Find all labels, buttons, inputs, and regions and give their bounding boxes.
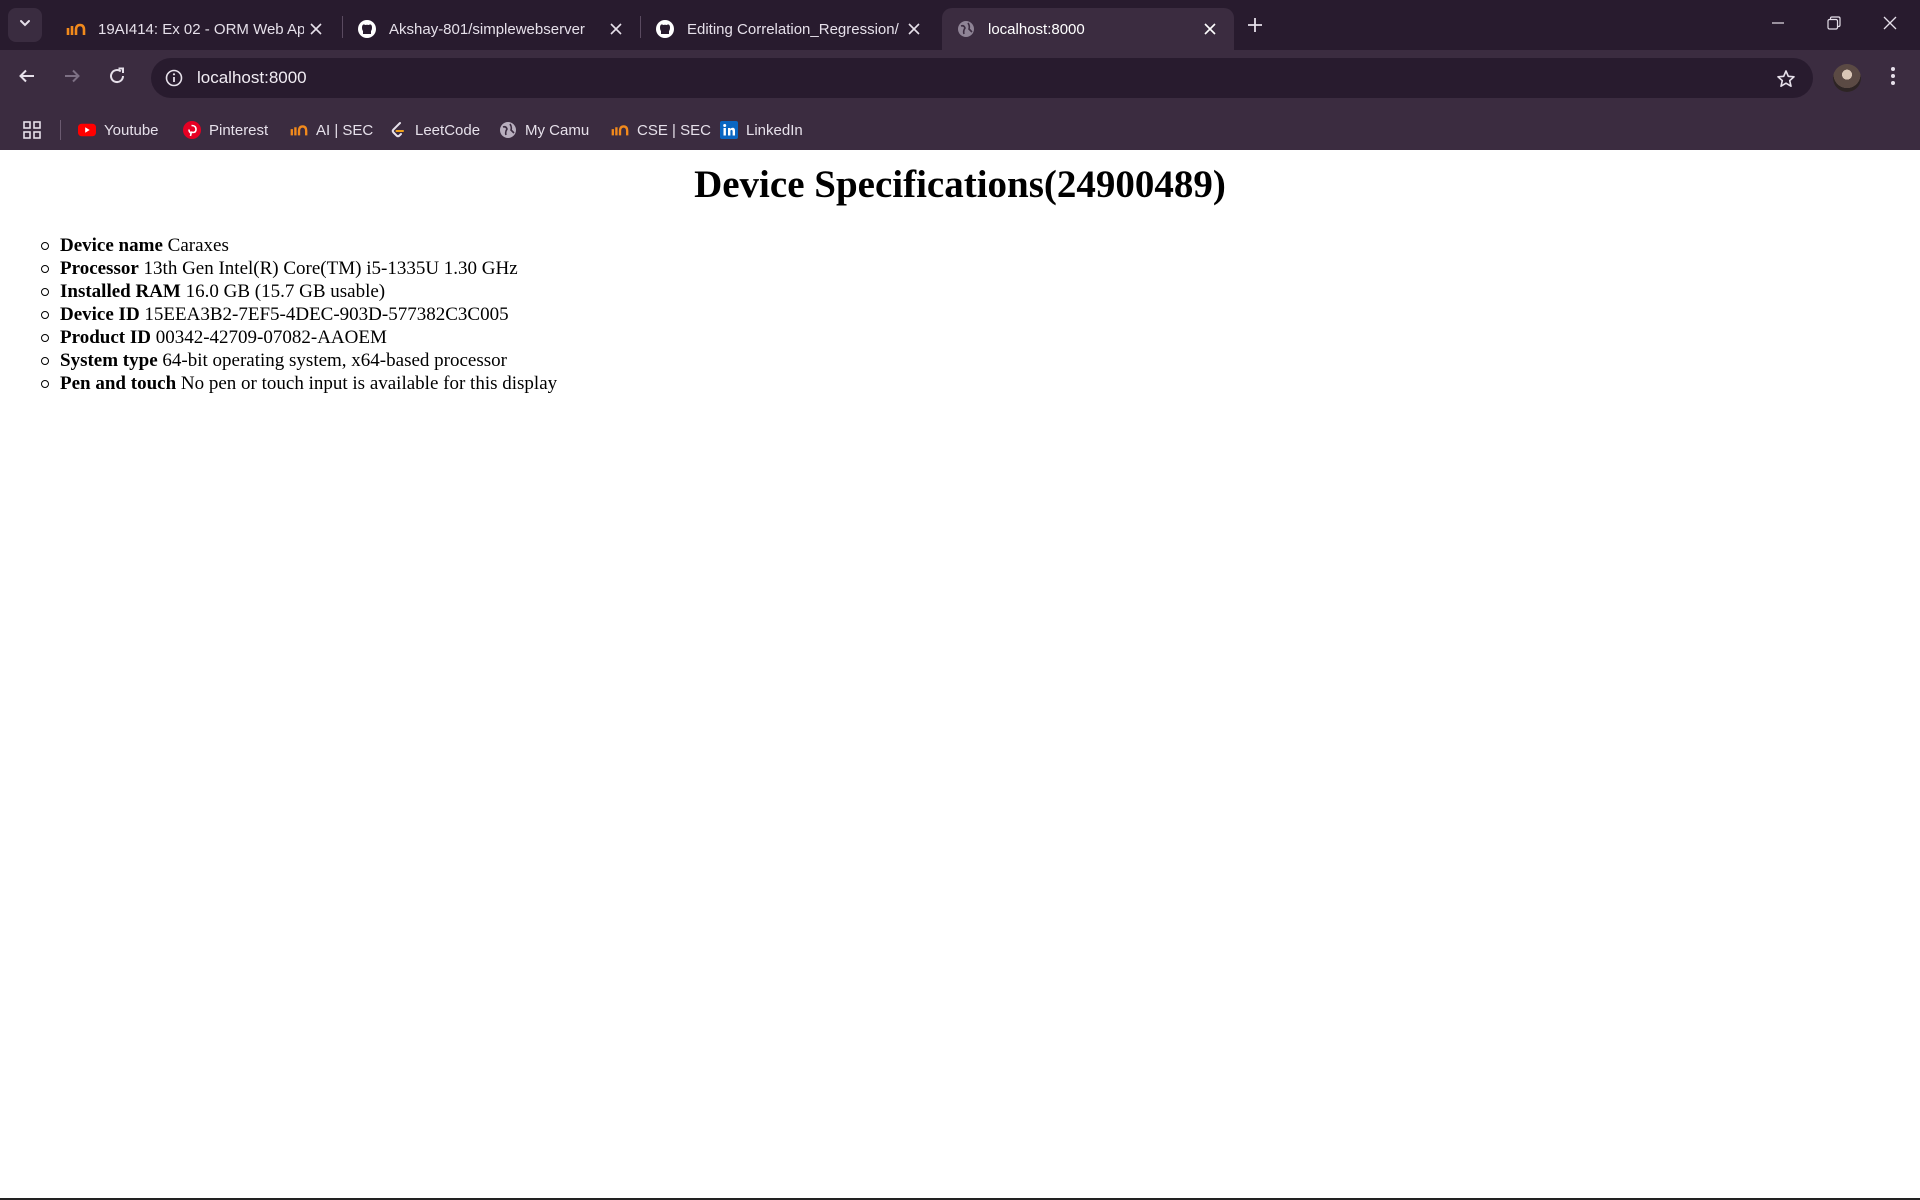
spec-label: Product ID xyxy=(60,327,151,348)
bookmark-ai-sec[interactable]: AI | SEC xyxy=(290,116,373,144)
tab-localhost[interactable]: localhost:8000 xyxy=(942,8,1234,50)
bookmarks-bar: Youtube Pinterest AI | SEC LeetCode My C… xyxy=(0,108,1920,150)
close-window-button[interactable] xyxy=(1862,0,1917,50)
url-text[interactable]: localhost:8000 xyxy=(197,68,307,88)
globe-icon xyxy=(499,121,517,139)
orange-logo-icon xyxy=(290,121,308,139)
leetcode-icon xyxy=(389,121,407,139)
minimize-button[interactable] xyxy=(1750,0,1805,50)
linkedin-icon xyxy=(720,121,738,139)
orange-logo-icon xyxy=(66,19,86,39)
browser-toolbar: localhost:8000 xyxy=(0,50,1920,108)
list-item: System type 64-bit operating system, x64… xyxy=(40,349,557,372)
spec-value: 64-bit operating system, x64-based proce… xyxy=(162,350,507,371)
list-item: Installed RAM 16.0 GB (15.7 GB usable) xyxy=(40,280,557,303)
close-icon[interactable] xyxy=(902,17,926,41)
orange-logo-icon xyxy=(611,121,629,139)
list-item: Device ID 15EEA3B2-7EF5-4DEC-903D-577382… xyxy=(40,303,557,326)
bookmark-label: Pinterest xyxy=(209,121,269,139)
spec-label: Pen and touch xyxy=(60,373,177,394)
close-icon[interactable] xyxy=(304,17,328,41)
spec-label: Installed RAM xyxy=(60,281,181,302)
tab-title: localhost:8000 xyxy=(988,20,1085,38)
spec-value: Caraxes xyxy=(167,235,229,256)
bookmark-separator xyxy=(60,120,61,140)
spec-label: Device name xyxy=(60,235,163,256)
tab-search-button[interactable] xyxy=(8,8,42,42)
bookmark-my-camu[interactable]: My Camu xyxy=(499,116,589,144)
pinterest-icon xyxy=(183,121,201,139)
spec-label: Processor xyxy=(60,258,139,279)
tab-orm-web-app[interactable]: 19AI414: Ex 02 - ORM Web App xyxy=(52,8,340,50)
tab-editing-correlation[interactable]: Editing Correlation_Regression/ xyxy=(641,8,938,50)
globe-icon xyxy=(956,19,976,39)
reload-icon xyxy=(108,67,126,90)
spec-value: 16.0 GB (15.7 GB usable) xyxy=(185,281,386,302)
reload-button[interactable] xyxy=(99,60,135,96)
github-icon xyxy=(655,19,675,39)
spec-value: No pen or touch input is available for t… xyxy=(180,373,558,394)
back-button[interactable] xyxy=(9,60,45,96)
tab-title: Akshay-801/simplewebserver xyxy=(389,20,585,38)
list-item: Processor 13th Gen Intel(R) Core(TM) i5-… xyxy=(40,257,557,280)
bookmark-label: LeetCode xyxy=(415,121,481,139)
plus-icon xyxy=(1247,17,1263,38)
youtube-icon xyxy=(78,121,96,139)
bookmark-youtube[interactable]: Youtube xyxy=(78,116,159,144)
github-icon xyxy=(357,19,377,39)
bookmark-label: My Camu xyxy=(525,121,590,139)
more-vertical-icon xyxy=(1890,66,1896,91)
arrow-left-icon xyxy=(18,67,36,90)
bookmark-linkedin[interactable]: LinkedIn xyxy=(720,116,803,144)
list-item: Device name Caraxes xyxy=(40,234,557,257)
spec-list: Device name Caraxes Processor 13th Gen I… xyxy=(40,234,558,395)
info-icon[interactable] xyxy=(161,65,187,91)
bookmark-label: AI | SEC xyxy=(316,121,374,139)
spec-value: 13th Gen Intel(R) Core(TM) i5-1335U 1.30… xyxy=(143,258,518,279)
arrow-right-icon xyxy=(63,67,81,90)
restore-icon xyxy=(1826,15,1841,35)
close-icon xyxy=(1883,16,1897,35)
spec-value: 15EEA3B2-7EF5-4DEC-903D-577382C3C005 xyxy=(144,304,509,325)
close-icon[interactable] xyxy=(604,17,628,41)
tab-simplewebserver[interactable]: Akshay-801/simplewebserver xyxy=(343,8,640,50)
avatar[interactable] xyxy=(1833,64,1861,92)
apps-icon[interactable] xyxy=(20,118,44,142)
spec-label: System type xyxy=(60,350,158,371)
list-item: Pen and touch No pen or touch input is a… xyxy=(40,372,558,395)
bookmark-cse-sec[interactable]: CSE | SEC xyxy=(611,116,711,144)
minimize-icon xyxy=(1771,16,1785,35)
spec-label: Device ID xyxy=(60,304,140,325)
close-icon[interactable] xyxy=(1198,17,1222,41)
restore-button[interactable] xyxy=(1806,0,1861,50)
browser-menu-button[interactable] xyxy=(1878,62,1908,94)
address-bar[interactable]: localhost:8000 xyxy=(151,58,1813,98)
tab-title: Editing Correlation_Regression/ xyxy=(687,20,899,38)
chevron-down-icon xyxy=(18,16,32,35)
bookmark-label: CSE | SEC xyxy=(637,121,711,139)
forward-button[interactable] xyxy=(54,60,90,96)
star-icon[interactable] xyxy=(1773,66,1799,92)
new-tab-button[interactable] xyxy=(1240,12,1270,42)
page-viewport: Device Specifications(24900489) Device n… xyxy=(0,150,1920,1200)
list-item: Product ID 00342-42709-07082-AAOEM xyxy=(40,326,557,349)
bookmark-label: Youtube xyxy=(104,121,159,139)
tab-title: 19AI414: Ex 02 - ORM Web App xyxy=(98,20,304,38)
page-title: Device Specifications(24900489) xyxy=(694,163,1226,206)
bookmark-leetcode[interactable]: LeetCode xyxy=(389,116,480,144)
bookmark-pinterest[interactable]: Pinterest xyxy=(183,116,268,144)
tab-strip: 19AI414: Ex 02 - ORM Web App Akshay-801/… xyxy=(0,0,1920,50)
bookmark-label: LinkedIn xyxy=(746,121,803,139)
spec-value: 00342-42709-07082-AAOEM xyxy=(155,327,387,348)
